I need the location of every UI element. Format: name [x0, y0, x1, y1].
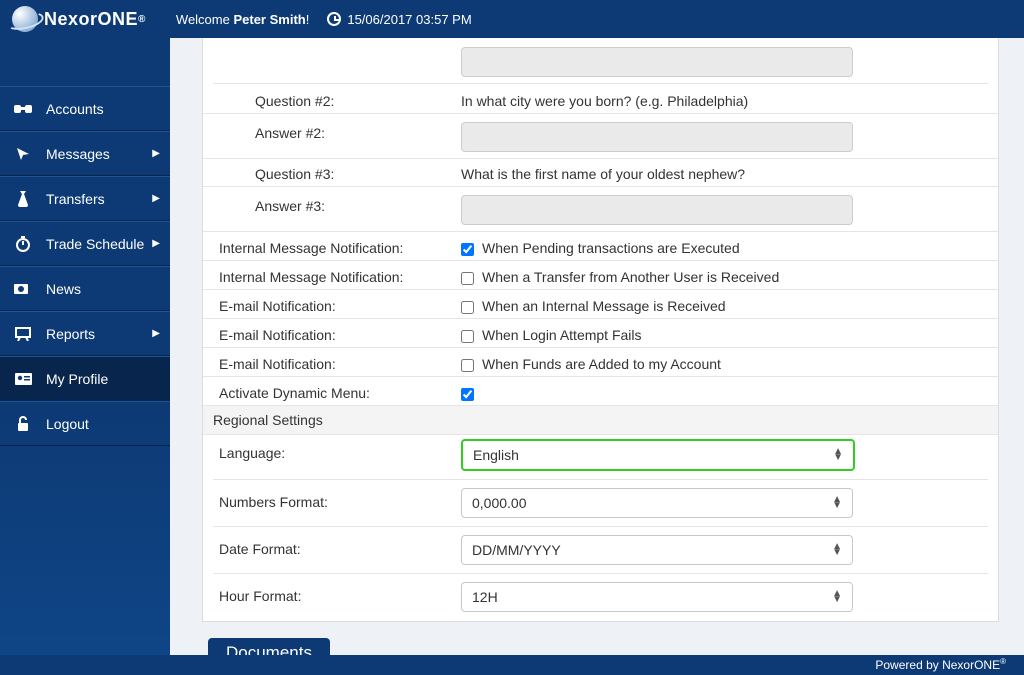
header-timestamp: 15/06/2017 03:57 PM [327, 12, 471, 27]
email-1-text: When an Internal Message is Received [482, 298, 726, 314]
question-2-value: In what city were you born? (e.g. Philad… [461, 90, 988, 109]
sidebar-item-accounts[interactable]: Accounts [0, 86, 170, 131]
question-3-value: What is the first name of your oldest ne… [461, 163, 988, 182]
footer-trademark: ® [1000, 657, 1006, 666]
dynamic-menu-checkbox[interactable] [461, 388, 474, 401]
imn-1-label: Internal Message Notification: [213, 237, 461, 256]
sidebar-label: Messages [46, 146, 110, 162]
answer-1-input[interactable] [461, 47, 853, 77]
sidebar-label: Trade Schedule [46, 236, 144, 252]
email-1-label: E-mail Notification: [213, 295, 461, 314]
hour-format-dropdown[interactable]: 12H ▲▼ [461, 582, 853, 612]
user-name: Peter Smith [233, 12, 305, 27]
footer-text: Powered by NexorONE [875, 658, 1000, 672]
email-funds-added-checkbox[interactable] [461, 359, 474, 372]
globe-icon [12, 6, 38, 32]
updown-arrows-icon: ▲▼ [832, 544, 842, 556]
presentation-icon [12, 325, 34, 343]
sidebar-label: News [46, 281, 81, 297]
question-2-label: Question #2: [213, 90, 461, 109]
language-dropdown[interactable]: English ▲▼ [461, 439, 855, 471]
hour-format-label: Hour Format: [213, 582, 461, 604]
numbers-format-dropdown[interactable]: 0,000.00 ▲▼ [461, 488, 853, 518]
updown-arrows-icon: ▲▼ [832, 497, 842, 509]
imn-2-label: Internal Message Notification: [213, 266, 461, 285]
date-format-value: DD/MM/YYYY [472, 542, 561, 558]
lock-open-icon [12, 415, 34, 433]
clock-icon [327, 12, 341, 26]
email-2-label: E-mail Notification: [213, 324, 461, 343]
dynamic-menu-label: Activate Dynamic Menu: [213, 382, 461, 401]
footer: Powered by NexorONE® [0, 655, 1024, 675]
brand-name: NexorONE [44, 9, 138, 30]
answer-2-label: Answer #2: [213, 119, 461, 141]
chevron-right-icon: ▶ [152, 193, 160, 204]
question-3-label: Question #3: [213, 163, 461, 182]
chevron-right-icon: ▶ [152, 148, 160, 159]
updown-arrows-icon: ▲▼ [832, 591, 842, 603]
pending-executed-checkbox[interactable] [461, 243, 474, 256]
sidebar-item-logout[interactable]: Logout [0, 401, 170, 446]
tab-documents[interactable]: Documents [208, 638, 330, 655]
sidebar-item-news[interactable]: News [0, 266, 170, 311]
sidebar-item-reports[interactable]: Reports ▶ [0, 311, 170, 356]
field-label [213, 44, 461, 47]
imn-2-text: When a Transfer from Another User is Rec… [482, 269, 779, 285]
brand-trademark: ® [138, 14, 146, 25]
cursor-icon [12, 145, 34, 163]
regional-settings-heading: Regional Settings [203, 406, 998, 435]
sidebar-item-trade-schedule[interactable]: Trade Schedule ▶ [0, 221, 170, 266]
updown-arrows-icon: ▲▼ [833, 449, 843, 461]
hour-format-value: 12H [472, 589, 498, 605]
chevron-right-icon: ▶ [152, 328, 160, 339]
timestamp-text: 15/06/2017 03:57 PM [347, 12, 471, 27]
sidebar-item-messages[interactable]: Messages ▶ [0, 131, 170, 176]
chevron-right-icon: ▶ [152, 238, 160, 249]
answer-3-label: Answer #3: [213, 192, 461, 214]
language-label: Language: [213, 439, 461, 461]
sidebar-item-my-profile[interactable]: My Profile [0, 356, 170, 401]
email-login-fail-checkbox[interactable] [461, 330, 474, 343]
welcome-text: Welcome Peter Smith! [176, 12, 309, 27]
email-3-text: When Funds are Added to my Account [482, 356, 721, 372]
welcome-suffix: ! [306, 12, 310, 27]
sidebar-label: Logout [46, 416, 89, 432]
answer-2-input[interactable] [461, 122, 853, 152]
language-value: English [473, 447, 519, 463]
app-header: NexorONE ® Welcome Peter Smith! 15/06/20… [0, 0, 1024, 38]
camera-icon [12, 280, 34, 298]
sidebar-label: Reports [46, 326, 95, 342]
main-content: Question #2: In what city were you born?… [170, 38, 1024, 655]
welcome-prefix: Welcome [176, 12, 234, 27]
brand-logo[interactable]: NexorONE ® [12, 6, 146, 32]
email-3-label: E-mail Notification: [213, 353, 461, 372]
numbers-format-label: Numbers Format: [213, 488, 461, 510]
sidebar-label: Transfers [46, 191, 105, 207]
answer-3-input[interactable] [461, 195, 853, 225]
sidebar-label: Accounts [46, 101, 104, 117]
money-bag-icon [12, 190, 34, 208]
date-format-label: Date Format: [213, 535, 461, 557]
profile-form-panel: Question #2: In what city were you born?… [202, 38, 999, 622]
profile-card-icon [12, 370, 34, 388]
sidebar-item-transfers[interactable]: Transfers ▶ [0, 176, 170, 221]
numbers-format-value: 0,000.00 [472, 495, 527, 511]
sidebar-label: My Profile [46, 371, 108, 387]
sidebar: Accounts Messages ▶ Transfers ▶ Trade Sc… [0, 38, 170, 655]
transfer-received-checkbox[interactable] [461, 272, 474, 285]
imn-1-text: When Pending transactions are Executed [482, 240, 740, 256]
binoculars-icon [12, 100, 34, 118]
email-2-text: When Login Attempt Fails [482, 327, 642, 343]
date-format-dropdown[interactable]: DD/MM/YYYY ▲▼ [461, 535, 853, 565]
stopwatch-icon [12, 235, 34, 253]
email-message-received-checkbox[interactable] [461, 301, 474, 314]
